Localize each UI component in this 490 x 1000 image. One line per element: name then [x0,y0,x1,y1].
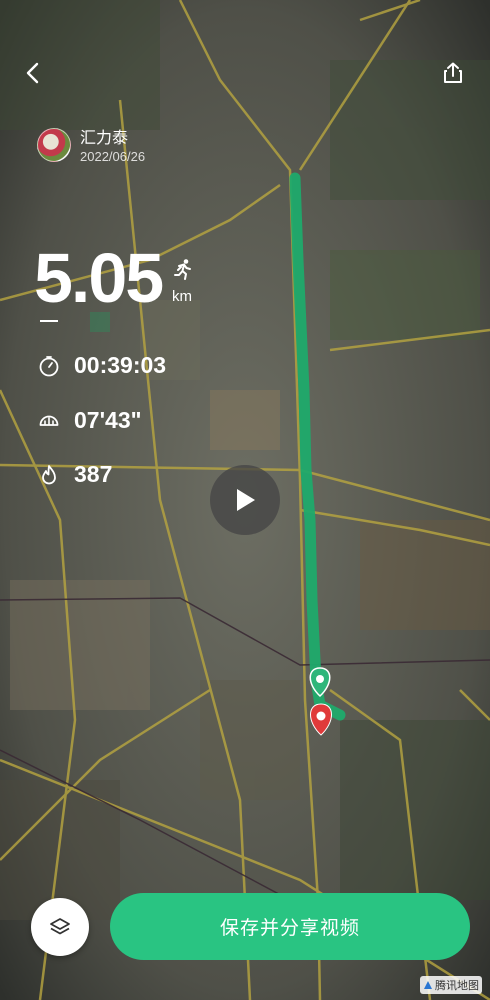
chevron-left-icon [26,62,39,84]
duration-row: 00:39:03 [38,352,166,379]
play-button[interactable] [210,465,280,535]
distance-value: 5.05 [34,239,164,317]
divider [40,320,58,322]
username: 汇力泰 [80,130,129,147]
map-layers-button[interactable] [31,898,89,956]
map-watermark-text: 腾讯地图 [435,980,479,992]
share-button[interactable] [438,58,468,88]
duration-value: 00:39:03 [74,352,167,378]
play-icon [237,489,255,511]
pace-value: 07'43" [74,407,142,433]
back-button[interactable] [18,58,48,88]
pace-row: 07'43" [38,407,142,434]
stopwatch-icon [39,355,59,376]
save-and-share-video-button[interactable]: 保存并分享视频 [110,893,470,960]
running-person-icon [174,259,191,280]
run-date: 2022/06/26 [80,149,146,164]
layers-icon [50,918,70,935]
speedometer-icon [39,415,59,426]
avatar[interactable] [37,128,71,162]
tencent-map-icon [424,981,432,989]
map-provider-logo: 腾讯地图 [420,976,482,994]
share-icon [444,62,462,83]
calories-row: 387 [38,461,112,488]
calories-value: 387 [74,461,113,487]
flame-icon [42,464,56,484]
distance-unit: km [172,288,192,305]
